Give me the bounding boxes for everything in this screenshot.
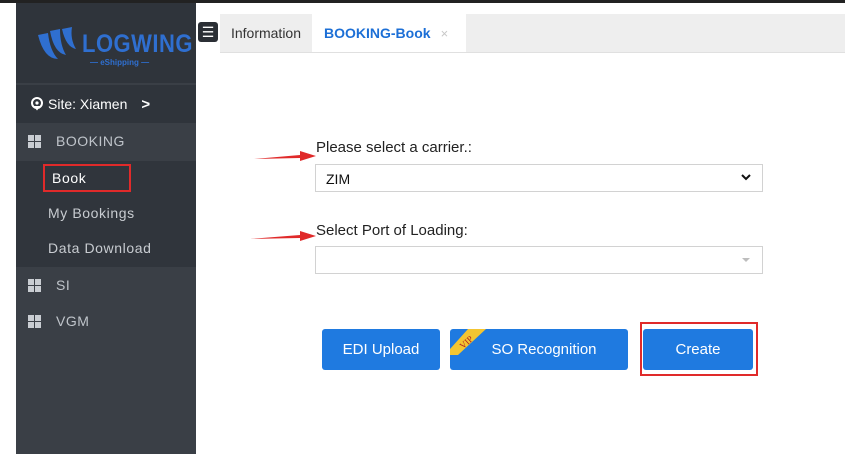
tab-label: BOOKING-Book [324,25,431,41]
submenu-item-data-download[interactable]: Data Download [48,240,152,256]
chevron-down-icon [741,174,751,181]
carrier-select-value: ZIM [326,171,351,187]
grid-icon [28,134,41,148]
tab-booking-book[interactable]: BOOKING-Book × [312,14,466,52]
menu-item-booking[interactable]: BOOKING [16,123,196,159]
grid-icon [28,314,41,328]
port-of-loading-label: Select Port of Loading: [316,222,468,239]
logo-wing-icon [38,27,76,59]
port-of-loading-select[interactable] [315,246,763,274]
tab-bar: Information BOOKING-Book × [220,14,845,53]
tab-information[interactable]: Information [220,14,312,52]
sidebar: LOGWING — eShipping — Site: Xiamen > BOO… [16,3,196,454]
edi-upload-button[interactable]: EDI Upload [322,329,440,370]
chevron-right-icon: > [141,95,151,113]
menu-item-label: VGM [56,313,90,329]
location-pin-icon [31,97,43,111]
grid-icon [28,278,41,292]
vip-badge-icon: VIP [450,329,486,355]
carrier-label: Please select a carrier.: [316,139,472,156]
menu-item-label: SI [56,277,71,293]
red-arrow-annotation [254,151,316,161]
menu-item-si[interactable]: SI [16,267,196,303]
book-highlight-box [43,164,131,192]
caret-down-icon [742,258,750,262]
logo-subtitle: — eShipping — [90,58,150,67]
red-arrow-annotation [250,231,316,241]
menu-item-vgm[interactable]: VGM [16,303,196,339]
menu-toggle-icon[interactable]: ☰ [198,22,218,42]
site-label: Site: Xiamen [48,96,128,112]
close-icon[interactable]: × [441,26,449,41]
carrier-select[interactable]: ZIM [315,164,763,192]
submenu-item-my-bookings[interactable]: My Bookings [48,205,135,221]
menu-item-label: BOOKING [56,133,125,149]
tab-label: Information [230,25,302,41]
logo-text: LOGWING [82,29,194,58]
site-selector[interactable]: Site: Xiamen > [16,85,196,123]
create-highlight-box [640,322,758,376]
logo-area: LOGWING — eShipping — [16,3,196,83]
